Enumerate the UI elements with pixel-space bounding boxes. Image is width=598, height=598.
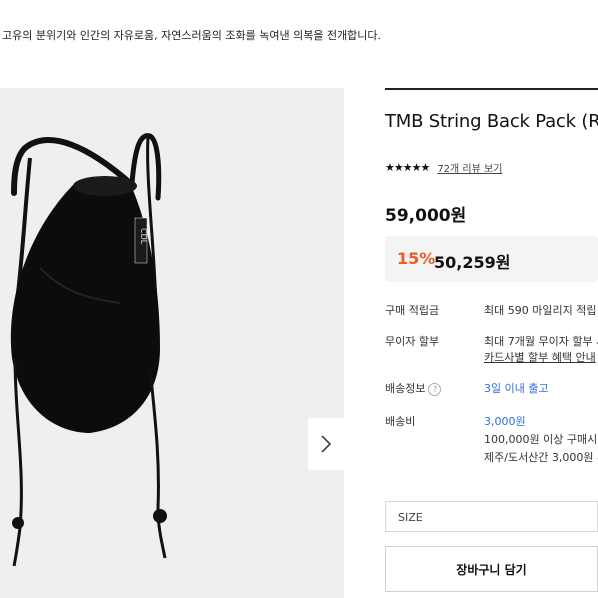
discount-percent: 15% xyxy=(397,249,436,268)
shipping-info-text: 배송정보 xyxy=(385,382,426,395)
points-value: 최대 590 마일리지 적립 xyxy=(484,304,597,317)
add-to-cart-button[interactable]: 장바구니 담기 xyxy=(385,546,598,592)
help-icon[interactable]: ? xyxy=(428,382,442,396)
rating-row: ★★★★★ 72개 리뷰 보기 xyxy=(385,160,502,175)
card-installment-link[interactable]: 카드사별 할부 혜택 안내 xyxy=(484,349,596,365)
product-image-gallery[interactable]: CDL xyxy=(0,88,344,598)
brand-tagline: 고유의 분위기와 인간의 자유로움, 자연스러움의 조화를 녹여낸 의복을 전개… xyxy=(2,29,382,42)
installment-label: 무이자 할부 xyxy=(385,335,440,348)
original-price: 59,000원 xyxy=(385,206,467,226)
size-select-label: SIZE xyxy=(398,511,423,524)
shipping-fee-label: 배송비 xyxy=(385,415,416,428)
installment-value: 최대 7개월 무이자 할부 시 xyxy=(484,335,598,348)
shipping-info-label: 배송정보? xyxy=(385,380,442,396)
section-divider xyxy=(385,88,598,90)
sale-price: 50,259원 xyxy=(434,253,511,272)
brand-label: CDL xyxy=(139,228,148,245)
add-to-cart-label: 장바구니 담기 xyxy=(456,562,527,577)
chevron-right-icon xyxy=(321,435,332,453)
sale-price-box: 15% 50,259원 xyxy=(385,236,598,282)
free-shipping-note: 100,000원 이상 구매시 xyxy=(484,433,598,446)
review-link[interactable]: 72개 리뷰 보기 xyxy=(437,160,502,175)
shipping-info-value: 3일 이내 출고 xyxy=(484,382,549,395)
points-label: 구매 적립금 xyxy=(385,304,440,317)
next-image-button[interactable] xyxy=(308,418,344,470)
island-shipping-note: 제주/도서산간 3,000원 추 xyxy=(484,451,598,464)
rating-stars: ★★★★★ xyxy=(385,161,430,174)
size-select[interactable]: SIZE xyxy=(385,501,598,532)
shipping-fee-value: 3,000원 xyxy=(484,415,526,428)
product-title: TMB String Back Pack (Re xyxy=(385,111,598,132)
product-image: CDL xyxy=(10,133,167,567)
